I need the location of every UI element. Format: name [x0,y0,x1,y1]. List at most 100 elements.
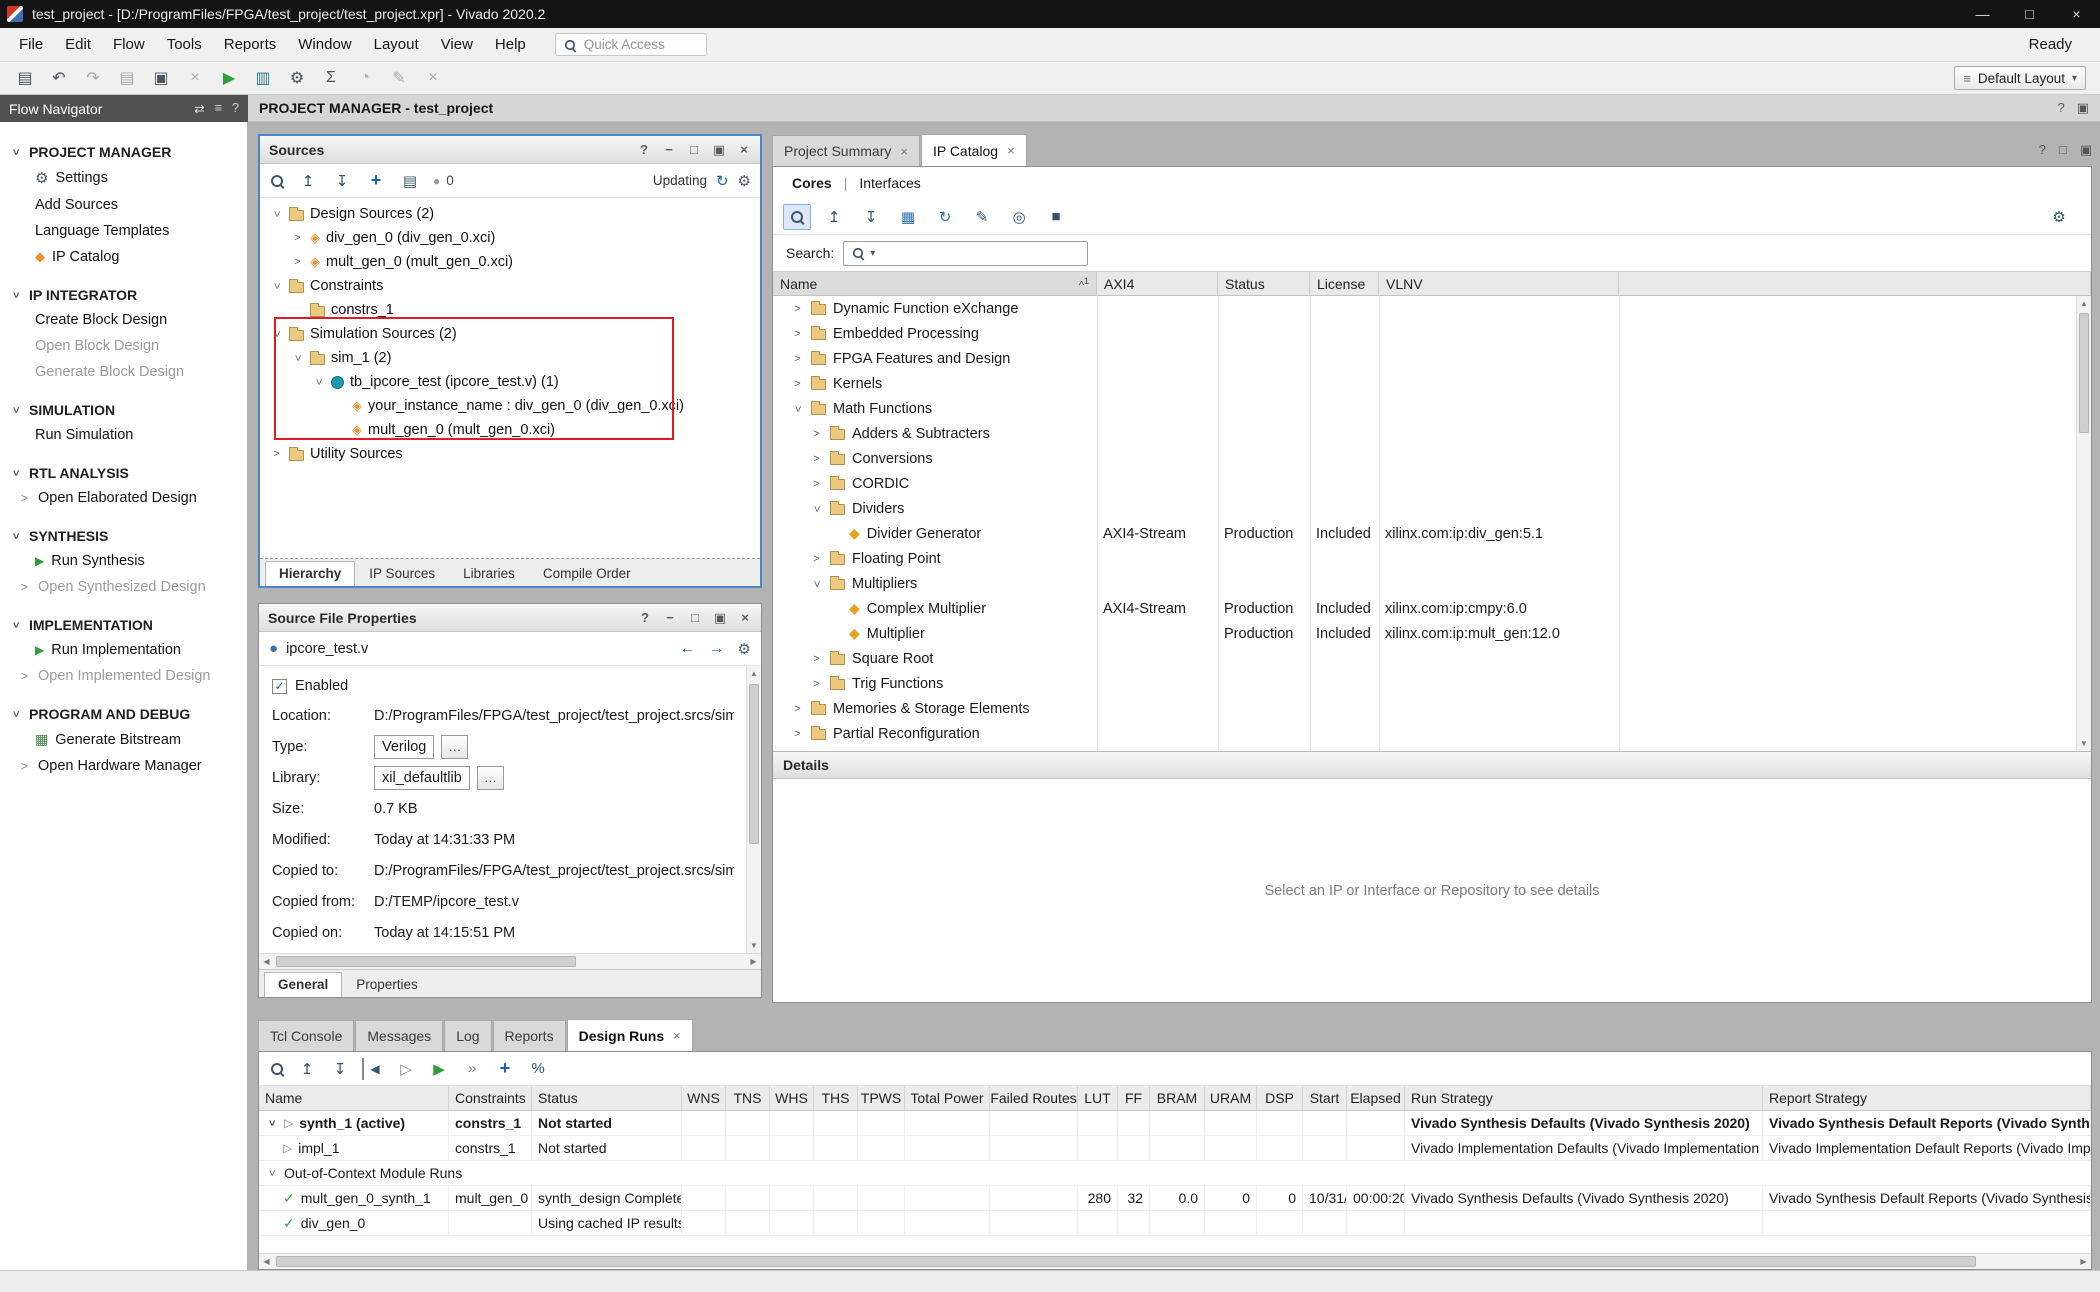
column-header-name[interactable]: Name^1 [773,272,1097,295]
hierarchy-view-icon[interactable]: ▦ [894,204,922,230]
flownav-header-project-manager[interactable]: >PROJECT MANAGER [0,140,247,164]
tree-expander-icon[interactable]: > [291,256,304,268]
edit-properties-icon[interactable]: ✎ [968,204,996,230]
workspace-help-icon[interactable]: ? [2057,100,2064,116]
ip-catalog-item-dynamic-function-exchange[interactable]: >Dynamic Function eXchange [773,296,2091,321]
scroll-right-icon[interactable]: ▶ [746,954,761,969]
column-header-dsp[interactable]: DSP [1257,1086,1303,1110]
flownav-header-implementation[interactable]: >IMPLEMENTATION [0,613,247,637]
ip-search-input[interactable]: ▾ [843,241,1088,266]
ip-catalog-item-trig-functions[interactable]: >Trig Functions [773,671,2091,696]
tree-expander-icon[interactable]: > [791,353,804,365]
ip-catalog-item-kernels[interactable]: >Kernels [773,371,2091,396]
design-run-row-out-of-context-module-runs[interactable]: >Out-of-Context Module Runs [259,1161,2091,1186]
panel-float-icon[interactable]: □ [687,142,701,158]
tree-expander-icon[interactable]: > [810,428,823,440]
source-tree-item-mult-gen-0-mult-gen-0-xci[interactable]: ◈mult_gen_0 (mult_gen_0.xci) [260,418,760,442]
bottom-tab-design-runs[interactable]: Design Runs× [567,1019,693,1051]
close-tab-icon[interactable]: × [1007,143,1015,158]
minimize-button[interactable]: — [1959,0,2006,28]
maximize-button[interactable]: □ [2006,0,2053,28]
panel-minimize-icon[interactable]: − [662,142,676,158]
tree-expander-icon[interactable]: > [291,232,304,244]
ip-catalog-item-dividers[interactable]: >Dividers [773,496,2091,521]
cores-link[interactable]: Cores [792,175,832,191]
panel-close-icon[interactable]: × [737,142,751,158]
expand-all-icon[interactable]: ↧ [857,204,885,230]
source-tree-item-constraints[interactable]: >Constraints [260,274,760,298]
interfaces-link[interactable]: Interfaces [859,175,920,191]
column-header-axi4[interactable]: AXI4 [1097,272,1218,295]
panel-close-icon[interactable]: × [738,610,752,626]
column-header-total-power[interactable]: Total Power [905,1086,990,1110]
refresh-icon[interactable]: ↻ [716,172,729,190]
scrollbar-thumb[interactable] [2079,313,2089,433]
column-header-start[interactable]: Start [1303,1086,1347,1110]
fast-forward-icon[interactable]: » [461,1058,483,1080]
flownav-header-ip-integrator[interactable]: >IP INTEGRATOR [0,283,247,307]
tree-expander-icon[interactable]: > [271,208,283,221]
tree-expander-icon[interactable]: > [811,577,823,590]
forward-icon[interactable]: → [709,640,725,658]
ip-catalog-item-cordic[interactable]: >CORDIC [773,471,2091,496]
sources-tab-libraries[interactable]: Libraries [449,561,529,586]
ip-catalog-item-memories-storage-elements[interactable]: >Memories & Storage Elements [773,696,2091,721]
column-header-run-strategy[interactable]: Run Strategy [1405,1086,1763,1110]
flownav-help-icon[interactable]: ? [232,101,239,116]
tree-expander-icon[interactable]: > [811,502,823,515]
tree-expander-icon[interactable]: > [810,653,823,665]
close-button[interactable]: × [2053,0,2100,28]
close-tab-icon[interactable]: × [673,1028,681,1043]
ip-catalog-item-fpga-features-and-design[interactable]: >FPGA Features and Design [773,346,2091,371]
menu-flow[interactable]: Flow [102,28,156,61]
scroll-down-icon[interactable]: ▼ [2077,736,2091,751]
properties-settings-icon[interactable]: ⚙ [738,640,751,658]
column-header-ff[interactable]: FF [1118,1086,1150,1110]
tree-expander-icon[interactable]: > [791,328,804,340]
property-input-library[interactable]: xil_defaultlib [374,766,470,790]
column-header-status[interactable]: Status [532,1086,682,1110]
file-properties-icon[interactable]: ▤ [399,170,421,192]
properties-vertical-scrollbar[interactable]: ▲ ▼ [746,666,761,953]
menu-edit[interactable]: Edit [54,28,102,61]
design-run-row-mult-gen-0-synth-1[interactable]: ✓mult_gen_0_synth_1mult_gen_0synth_desig… [259,1186,2091,1211]
column-header-vlnv[interactable]: VLNV [1379,272,1619,295]
design-run-row-impl-1[interactable]: ▷impl_1constrs_1Not startedVivado Implem… [259,1136,2091,1161]
flownav-item-ip-catalog[interactable]: ◆IP Catalog [0,244,247,270]
flownav-item-settings[interactable]: ⚙Settings [0,164,247,192]
tree-expander-icon[interactable]: > [271,328,283,341]
restore-icon[interactable]: ↻ [931,204,959,230]
source-tree-item-mult-gen-0-mult-gen-0-xci[interactable]: >◈mult_gen_0 (mult_gen_0.xci) [260,250,760,274]
panel-help-icon[interactable]: ? [637,142,651,158]
properties-tab-general[interactable]: General [264,972,342,997]
flownav-item-run-synthesis[interactable]: ▶Run Synthesis [0,548,247,574]
flownav-item-open-implemented-design[interactable]: >Open Implemented Design [0,663,247,689]
scroll-up-icon[interactable]: ▲ [747,666,761,681]
tree-expander-icon[interactable]: > [271,280,283,293]
flownav-item-add-sources[interactable]: Add Sources [0,192,247,218]
menu-reports[interactable]: Reports [213,28,288,61]
reset-runs-icon[interactable]: ◀ [362,1058,384,1080]
timer-icon[interactable]: ◔ [350,65,380,91]
document-tab-project-summary[interactable]: Project Summary× [772,135,920,166]
column-header-report-strategy[interactable]: Report Strategy [1763,1086,2091,1110]
ip-catalog-vertical-scrollbar[interactable]: ▲ ▼ [2076,296,2091,751]
ip-catalog-item-embedded-processing[interactable]: >Embedded Processing [773,321,2091,346]
column-header-ths[interactable]: THS [814,1086,858,1110]
properties-horizontal-scrollbar[interactable]: ◀ ▶ [259,953,761,969]
scrollbar-thumb[interactable] [276,956,576,967]
tree-expander-icon[interactable]: > [292,352,304,365]
delete-icon[interactable]: × [180,65,210,91]
tree-expander-icon[interactable]: > [810,553,823,565]
document-tab-ip-catalog[interactable]: IP Catalog× [921,134,1027,166]
workspace-maximize-icon[interactable]: ▣ [2077,100,2089,116]
add-sources-icon[interactable]: + [365,170,387,192]
flownav-header-program-and-debug[interactable]: >PROGRAM AND DEBUG [0,702,247,726]
collapse-all-icon[interactable]: ↥ [297,170,319,192]
flownav-item-open-elaborated-design[interactable]: >Open Elaborated Design [0,485,247,511]
sources-tab-ip-sources[interactable]: IP Sources [355,561,449,586]
tree-expander-icon[interactable]: > [313,376,325,389]
column-header-failed-routes[interactable]: Failed Routes [990,1086,1078,1110]
scroll-left-icon[interactable]: ◀ [259,954,274,969]
sources-tab-compile-order[interactable]: Compile Order [529,561,645,586]
